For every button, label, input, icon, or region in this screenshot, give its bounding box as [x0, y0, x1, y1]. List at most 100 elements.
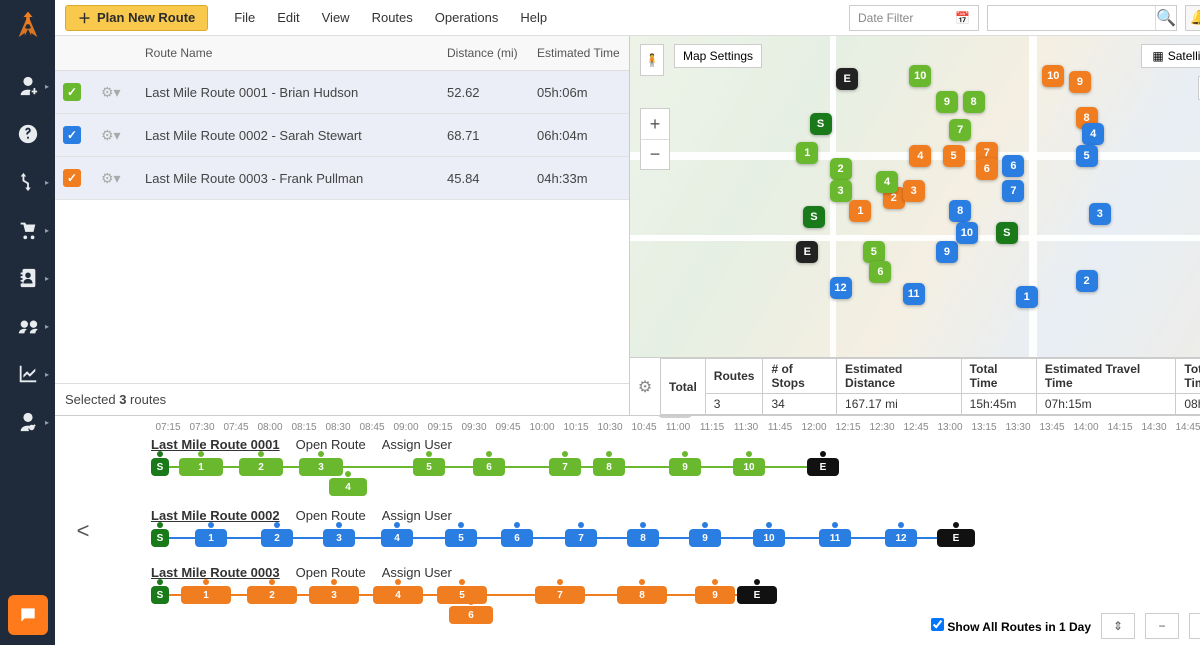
sidebar-add-user[interactable]: ▸: [0, 62, 55, 110]
timeline-stop[interactable]: 2: [247, 586, 297, 604]
row-gear-icon[interactable]: ⚙▾: [101, 84, 121, 100]
map-marker[interactable]: 8: [949, 200, 971, 222]
map-marker[interactable]: 6: [869, 261, 891, 283]
timeline-stop[interactable]: E: [807, 458, 839, 476]
timeline-stop[interactable]: 6: [473, 458, 505, 476]
chat-button[interactable]: [8, 595, 48, 635]
menu-edit[interactable]: Edit: [267, 6, 309, 29]
date-filter[interactable]: Date Filter 📅: [849, 5, 979, 31]
map[interactable]: 🧍 Map Settings ▦Satellite 🗺Map 📡Tracking…: [630, 36, 1200, 357]
map-settings-button[interactable]: Map Settings: [674, 44, 762, 68]
timeline-stop[interactable]: 3: [309, 586, 359, 604]
map-marker[interactable]: S: [810, 113, 832, 135]
map-marker[interactable]: 7: [949, 119, 971, 141]
sidebar-user-settings[interactable]: ▸: [0, 398, 55, 446]
sidebar-analytics[interactable]: ▸: [0, 350, 55, 398]
map-marker[interactable]: 7: [1002, 180, 1024, 202]
show-all-toggle[interactable]: Show All Routes in 1 Day: [931, 618, 1091, 634]
map-marker[interactable]: 6: [1002, 155, 1024, 177]
timeline-stop[interactable]: 8: [593, 458, 625, 476]
map-marker[interactable]: 5: [1076, 145, 1098, 167]
timeline-stop[interactable]: S: [151, 458, 169, 476]
timeline-stop[interactable]: 4: [329, 478, 367, 496]
timeline-stop[interactable]: E: [937, 529, 975, 547]
map-marker[interactable]: 8: [963, 91, 985, 113]
map-marker[interactable]: 1: [796, 142, 818, 164]
timeline-stop[interactable]: 5: [437, 586, 487, 604]
map-marker[interactable]: 4: [876, 171, 898, 193]
menu-file[interactable]: File: [224, 6, 265, 29]
pegman-icon[interactable]: 🧍: [640, 44, 664, 76]
timeline-stop[interactable]: 2: [261, 529, 293, 547]
menu-operations[interactable]: Operations: [425, 6, 509, 29]
timeline-stop[interactable]: 1: [181, 586, 231, 604]
timeline-stop[interactable]: 1: [179, 458, 223, 476]
show-all-checkbox[interactable]: [931, 618, 944, 631]
zoom-out-button[interactable]: −: [641, 139, 669, 169]
map-marker[interactable]: 2: [830, 158, 852, 180]
search-input[interactable]: [988, 11, 1155, 25]
map-marker[interactable]: S: [996, 222, 1018, 244]
map-marker[interactable]: 10: [956, 222, 978, 244]
timeline-stop[interactable]: 1: [195, 529, 227, 547]
timeline-stop[interactable]: 3: [323, 529, 355, 547]
timeline-stop[interactable]: 9: [689, 529, 721, 547]
timeline-stop[interactable]: 7: [535, 586, 585, 604]
map-marker[interactable]: 2: [1076, 270, 1098, 292]
sidebar-address-book[interactable]: ▸: [0, 254, 55, 302]
row-gear-icon[interactable]: ⚙▾: [101, 170, 121, 186]
open-route-link[interactable]: Open Route: [296, 565, 366, 580]
route-checkbox[interactable]: ✓: [63, 83, 81, 101]
route-row[interactable]: ✓ ⚙▾ Last Mile Route 0002 - Sarah Stewar…: [55, 114, 629, 157]
map-marker[interactable]: 9: [936, 91, 958, 113]
map-marker[interactable]: E: [796, 241, 818, 263]
map-marker[interactable]: 12: [830, 277, 852, 299]
timeline-fit-button[interactable]: ⇕: [1101, 613, 1135, 639]
timeline-stop[interactable]: 9: [695, 586, 735, 604]
timeline-stop[interactable]: 5: [445, 529, 477, 547]
timeline-zoom-in[interactable]: +: [1189, 613, 1200, 639]
route-row[interactable]: ✓ ⚙▾ Last Mile Route 0001 - Brian Hudson…: [55, 71, 629, 114]
timeline-stop[interactable]: 11: [819, 529, 851, 547]
timeline-stop[interactable]: 2: [239, 458, 283, 476]
summary-settings-icon[interactable]: ⚙: [630, 358, 660, 415]
timeline-stop[interactable]: 12: [885, 529, 917, 547]
assign-user-link[interactable]: Assign User: [382, 508, 452, 523]
satellite-button[interactable]: ▦Satellite: [1142, 45, 1200, 67]
open-route-link[interactable]: Open Route: [296, 508, 366, 523]
timeline-stop[interactable]: 9: [669, 458, 701, 476]
plan-new-route-button[interactable]: ＋ Plan New Route: [65, 5, 208, 31]
timeline-stop[interactable]: 6: [449, 606, 493, 624]
row-gear-icon[interactable]: ⚙▾: [101, 127, 121, 143]
timeline-stop[interactable]: 4: [373, 586, 423, 604]
col-eta[interactable]: Estimated Time: [529, 36, 629, 71]
timeline-stop[interactable]: 8: [617, 586, 667, 604]
timeline-stop[interactable]: 7: [565, 529, 597, 547]
timeline-route-name[interactable]: Last Mile Route 0003: [151, 565, 280, 580]
map-marker[interactable]: 4: [909, 145, 931, 167]
timeline-zoom-out[interactable]: −: [1145, 613, 1179, 639]
route-row[interactable]: ✓ ⚙▾ Last Mile Route 0003 - Frank Pullma…: [55, 157, 629, 200]
timeline-route-name[interactable]: Last Mile Route 0002: [151, 508, 280, 523]
sidebar-orders[interactable]: ▸: [0, 206, 55, 254]
timeline-route-name[interactable]: Last Mile Route 0001: [151, 437, 280, 452]
route-checkbox[interactable]: ✓: [63, 126, 81, 144]
map-marker[interactable]: 6: [976, 158, 998, 180]
map-marker[interactable]: 9: [1069, 71, 1091, 93]
zoom-in-button[interactable]: +: [641, 109, 669, 139]
search-box[interactable]: 🔍: [987, 5, 1177, 31]
timeline-stop[interactable]: 10: [733, 458, 765, 476]
timeline-stop[interactable]: S: [151, 529, 169, 547]
map-marker[interactable]: 3: [830, 180, 852, 202]
map-marker[interactable]: 10: [1042, 65, 1064, 87]
sidebar-fleet[interactable]: ▸: [0, 302, 55, 350]
menu-help[interactable]: Help: [510, 6, 557, 29]
timeline-stop[interactable]: 7: [549, 458, 581, 476]
col-distance[interactable]: Distance (mi): [439, 36, 529, 71]
open-route-link[interactable]: Open Route: [296, 437, 366, 452]
map-marker[interactable]: 9: [936, 241, 958, 263]
map-marker[interactable]: 4: [1082, 123, 1104, 145]
timeline-stop[interactable]: 8: [627, 529, 659, 547]
timeline-stop[interactable]: 3: [299, 458, 343, 476]
menu-routes[interactable]: Routes: [362, 6, 423, 29]
